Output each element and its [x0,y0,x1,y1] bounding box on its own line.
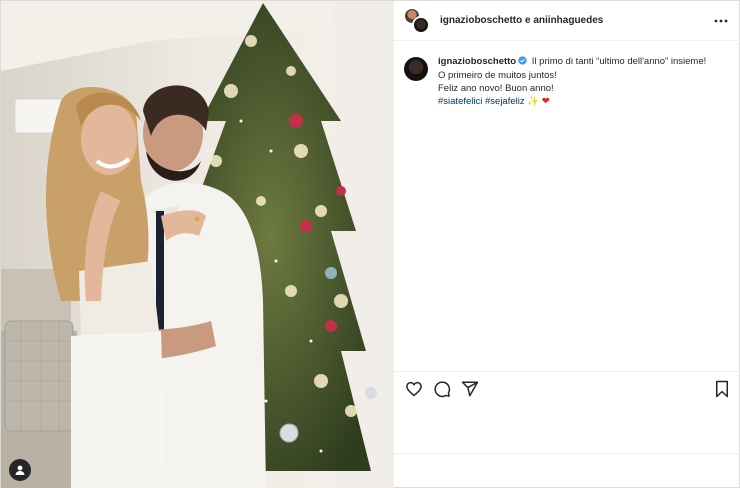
photo-illustration [1,1,393,488]
post-photo[interactable] [1,1,393,488]
comment-icon[interactable] [432,379,452,399]
user-tag-icon[interactable] [9,459,31,481]
collab-avatars[interactable] [404,7,432,34]
comment-box-area[interactable] [394,453,740,488]
person-glyph [15,465,25,475]
heart-icon[interactable] [404,379,424,399]
caption-line-1: Il primo di tanti “ultimo dell'anno” ins… [531,56,707,67]
share-icon[interactable] [460,379,480,399]
instagram-post: ignazioboschetto e aniinhaguedes ignazio… [0,0,740,488]
bookmark-icon[interactable] [712,379,732,399]
post-header: ignazioboschetto e aniinhaguedes [394,1,740,41]
hashtag-link[interactable]: #siatefelici [438,96,482,107]
heart-emoji: ❤ [541,96,550,107]
caption-username[interactable]: ignazioboschetto [438,56,516,67]
caption: ignazioboschetto Il primo di tanti “ulti… [394,41,740,108]
caption-line-2: O primeiro de muitos juntos! [438,70,557,81]
post-author-names[interactable]: ignazioboschetto e aniinhaguedes [440,15,713,26]
avatar[interactable] [412,15,430,34]
post-details-panel: ignazioboschetto e aniinhaguedes ignazio… [393,1,740,488]
avatar[interactable] [404,57,428,81]
post-actions [394,371,740,405]
verified-badge-icon [518,56,527,69]
hashtag-link[interactable]: #sejafeliz [485,96,525,107]
caption-line-3: Feliz ano novo! Buon anno! [438,83,554,94]
caption-text: ignazioboschetto Il primo di tanti “ulti… [438,55,706,108]
more-options-icon[interactable] [713,13,729,29]
sparkles-emoji: ✨ [527,96,540,107]
